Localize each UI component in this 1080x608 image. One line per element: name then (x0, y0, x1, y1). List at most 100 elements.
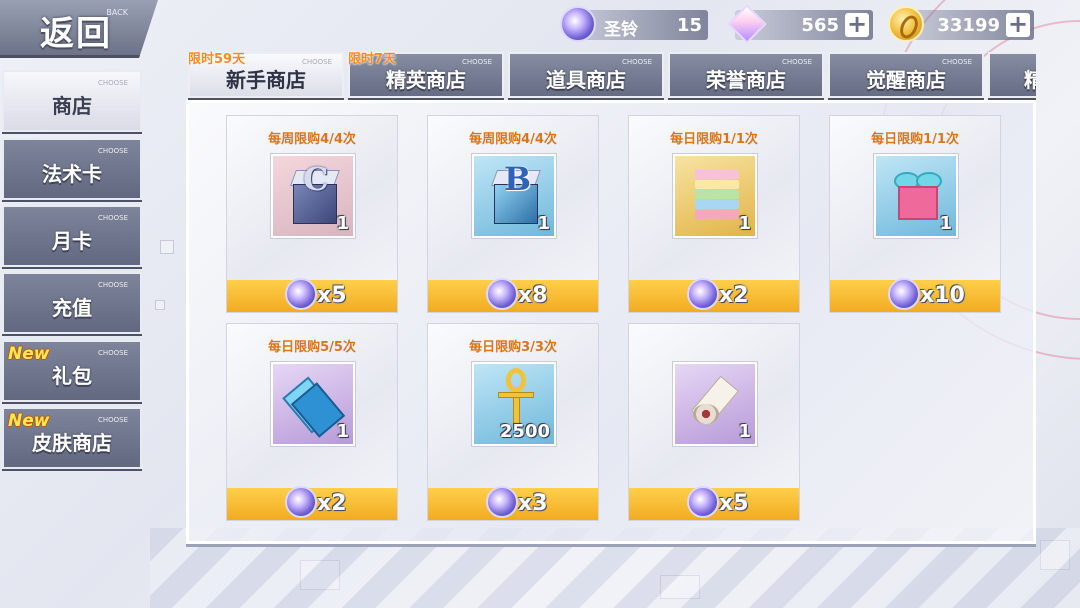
bell-orb-icon (486, 278, 518, 310)
shop-item-card[interactable]: 每周限购4/4次 B 1 x8 (427, 115, 599, 313)
currency-value: 15 (676, 15, 702, 36)
shop-item-card[interactable]: 每周限购4/4次 C 1 x5 (226, 115, 398, 313)
gold-coin-icon (888, 6, 924, 42)
layer-cake-icon (695, 170, 739, 220)
buy-button[interactable]: x5 (629, 486, 799, 520)
item-quantity: 1 (336, 213, 349, 234)
tab-label: 新手商店 (226, 68, 306, 92)
item-icon-frame: B 1 (472, 154, 556, 238)
item-quantity: 1 (336, 421, 349, 442)
scroll-icon (689, 375, 745, 428)
shop-item-card[interactable]: 每日限购3/3次 2500 x3 (427, 323, 599, 521)
tab-more-shop[interactable]: 精 (988, 52, 1036, 98)
gift-box-icon (894, 166, 942, 224)
tab-label: 道具商店 (546, 68, 626, 92)
tab-awaken-shop[interactable]: CHOOSE 觉醒商店 (828, 52, 984, 98)
item-icon-frame: 1 (874, 154, 958, 238)
tab-label: 觉醒商店 (866, 68, 946, 92)
add-gems-button[interactable]: + (845, 12, 869, 37)
choose-tag: CHOOSE (97, 214, 128, 222)
shop-item-card[interactable]: 每日限购5/5次 1 x2 (226, 323, 398, 521)
shop-item-card[interactable]: 每日限购1/1次 1 x10 (829, 115, 1001, 313)
purchase-limit: 每日限购5/5次 (268, 340, 356, 355)
currency-bells: 圣铃 15 (560, 6, 708, 42)
item-quantity: 1 (738, 213, 751, 234)
sidebar-item-skin-shop[interactable]: New CHOOSE 皮肤商店 (2, 407, 142, 469)
price-amount: x5 (719, 491, 749, 516)
choose-tag: CHOOSE (97, 416, 128, 424)
purchase-limit: 每日限购3/3次 (469, 340, 557, 355)
tab-label: 荣誉商店 (706, 68, 786, 92)
choose-tag: CHOOSE (97, 281, 128, 289)
buy-button[interactable]: x8 (428, 278, 598, 312)
sidebar-item-label: 礼包 (52, 364, 92, 388)
purchase-limit: 每日限购1/1次 (871, 132, 959, 147)
tab-novice-shop[interactable]: 限时59天 CHOOSE 新手商店 (188, 52, 344, 98)
tab-elite-shop[interactable]: 限时7天 CHOOSE 精英商店 (348, 52, 504, 98)
shop-item-card[interactable]: 1 x5 (628, 323, 800, 521)
add-gold-button[interactable]: + (1006, 12, 1030, 37)
tab-label: 精 (1024, 68, 1036, 92)
buy-button[interactable]: x2 (227, 486, 397, 520)
currency-value: 33199 (937, 15, 1000, 36)
choose-tag: CHOOSE (97, 79, 128, 87)
shop-tabs: 限时59天 CHOOSE 新手商店 限时7天 CHOOSE 精英商店 CHOOS… (186, 48, 1036, 100)
sidebar-item-label: 法术卡 (42, 162, 102, 186)
buy-button[interactable]: x10 (830, 278, 1000, 312)
shop-panel: 每周限购4/4次 C 1 x5 每周限购4/4次 B 1 x8 每日限购1/1次 (186, 100, 1036, 544)
item-quantity: 1 (738, 421, 751, 442)
bell-orb-icon (285, 278, 317, 310)
item-quantity: 1 (939, 213, 952, 234)
price-amount: x2 (719, 283, 749, 308)
item-icon-frame: 1 (673, 362, 757, 446)
sidebar-item-label: 皮肤商店 (32, 431, 112, 455)
price-amount: x10 (920, 283, 965, 308)
item-quantity: 2500 (499, 421, 550, 442)
price-amount: x8 (518, 283, 548, 308)
tab-honor-shop[interactable]: CHOOSE 荣誉商店 (668, 52, 824, 98)
back-button[interactable]: 返回 BACK (0, 0, 158, 58)
tab-label: 精英商店 (386, 68, 466, 92)
choose-tag: CHOOSE (97, 147, 128, 155)
bell-orb-icon (687, 278, 719, 310)
sidebar-item-gift-pack[interactable]: New CHOOSE 礼包 (2, 340, 142, 402)
currency-gold: 33199 + (888, 6, 1034, 42)
sidebar-item-monthly-card[interactable]: CHOOSE 月卡 (2, 205, 142, 267)
item-quantity: 1 (537, 213, 550, 234)
currency-name: 圣铃 (604, 20, 638, 40)
sidebar-item-shop[interactable]: CHOOSE 商店 (2, 70, 142, 132)
buy-button[interactable]: x2 (629, 278, 799, 312)
sidebar-item-label: 月卡 (52, 229, 92, 253)
shop-item-card[interactable]: 每日限购1/1次 1 x2 (628, 115, 800, 313)
gem-icon (727, 6, 763, 42)
currency-value: 565 (801, 15, 839, 36)
bell-orb-icon (486, 486, 518, 518)
purchase-limit: 每周限购4/4次 (469, 132, 557, 147)
item-icon-frame: 1 (673, 154, 757, 238)
price-amount: x3 (518, 491, 548, 516)
item-icon-frame: 1 (271, 362, 355, 446)
bell-orb-icon (687, 486, 719, 518)
purchase-limit: 每日限购1/1次 (670, 132, 758, 147)
sidebar-item-label: 商店 (52, 94, 92, 118)
currency-gems: 565 + (735, 10, 873, 40)
back-sub-label: BACK (106, 8, 128, 17)
buy-button[interactable]: x5 (227, 278, 397, 312)
tab-item-shop[interactable]: CHOOSE 道具商店 (508, 52, 664, 98)
back-label: 返回 (40, 14, 112, 54)
item-icon-frame: C 1 (271, 154, 355, 238)
sidebar-item-label: 充值 (52, 296, 92, 320)
cube-b-icon: B (490, 160, 542, 226)
bell-orb-icon (285, 486, 317, 518)
cube-c-icon: C (289, 160, 341, 226)
price-amount: x5 (317, 283, 347, 308)
price-amount: x2 (317, 491, 347, 516)
sidebar-item-spell-cards[interactable]: CHOOSE 法术卡 (2, 138, 142, 200)
buy-button[interactable]: x3 (428, 486, 598, 520)
sidebar-item-recharge[interactable]: CHOOSE 充值 (2, 272, 142, 334)
purchase-limit: 每周限购4/4次 (268, 132, 356, 147)
bell-orb-icon (888, 278, 920, 310)
item-icon-frame: 2500 (472, 362, 556, 446)
choose-tag: CHOOSE (97, 349, 128, 357)
bell-orb-icon (560, 6, 596, 42)
